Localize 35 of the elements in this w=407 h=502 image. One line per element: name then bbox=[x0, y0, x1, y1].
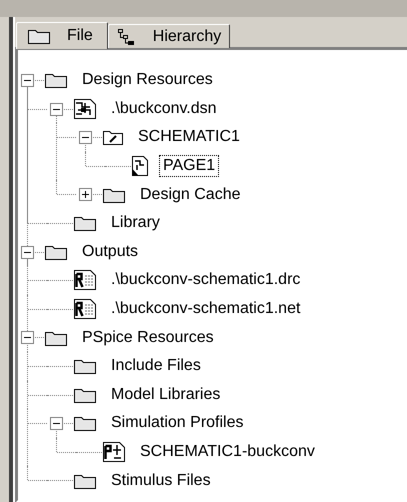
collapse-toggle[interactable] bbox=[50, 417, 63, 430]
expand-toggle[interactable] bbox=[79, 188, 92, 202]
tree-item[interactable]: Include Files bbox=[107, 355, 205, 378]
tree-item[interactable]: Stimulus Files bbox=[107, 470, 215, 492]
collapse-toggle[interactable] bbox=[21, 74, 34, 87]
folder-icon bbox=[73, 414, 97, 432]
tree-item[interactable]: .\buckconv-schematic1.drc bbox=[107, 269, 304, 292]
tree-item[interactable]: Design Cache bbox=[136, 184, 244, 206]
tree-item[interactable]: .\buckconv.dsn bbox=[107, 98, 221, 120]
tree-item[interactable]: Library bbox=[107, 212, 164, 234]
collapse-toggle[interactable] bbox=[21, 331, 34, 344]
folder-icon bbox=[27, 27, 51, 45]
tree-item[interactable]: SCHEMATIC1-buckconv bbox=[136, 441, 319, 464]
folder-pencil-icon bbox=[102, 128, 124, 146]
tab[interactable]: Hierarchy bbox=[108, 24, 230, 48]
folder-icon bbox=[44, 71, 68, 90]
folder-icon bbox=[73, 357, 97, 376]
tree-item[interactable]: SCHEMATIC1 bbox=[134, 126, 244, 148]
tree-item[interactable]: Simulation Profiles bbox=[107, 412, 248, 434]
hierarchy-icon bbox=[116, 28, 137, 46]
collapse-toggle[interactable] bbox=[21, 246, 34, 259]
tree-item[interactable]: Model Libraries bbox=[107, 384, 224, 406]
tree-item[interactable]: PSpice Resources bbox=[78, 326, 218, 349]
plus-icon bbox=[81, 190, 90, 200]
tree-item[interactable]: PAGE1 bbox=[159, 155, 220, 178]
collapse-toggle[interactable] bbox=[50, 102, 63, 116]
folder-icon bbox=[73, 214, 97, 232]
schematic-document-icon bbox=[73, 98, 97, 120]
tree-item[interactable]: Outputs bbox=[78, 240, 142, 263]
profile-icon bbox=[102, 441, 126, 464]
tab[interactable]: File bbox=[16, 22, 108, 49]
tree-item[interactable]: Design Resources bbox=[78, 69, 217, 92]
tree-item[interactable]: .\buckconv-schematic1.net bbox=[107, 298, 304, 320]
page-icon bbox=[131, 155, 149, 178]
collapse-toggle[interactable] bbox=[79, 131, 92, 144]
